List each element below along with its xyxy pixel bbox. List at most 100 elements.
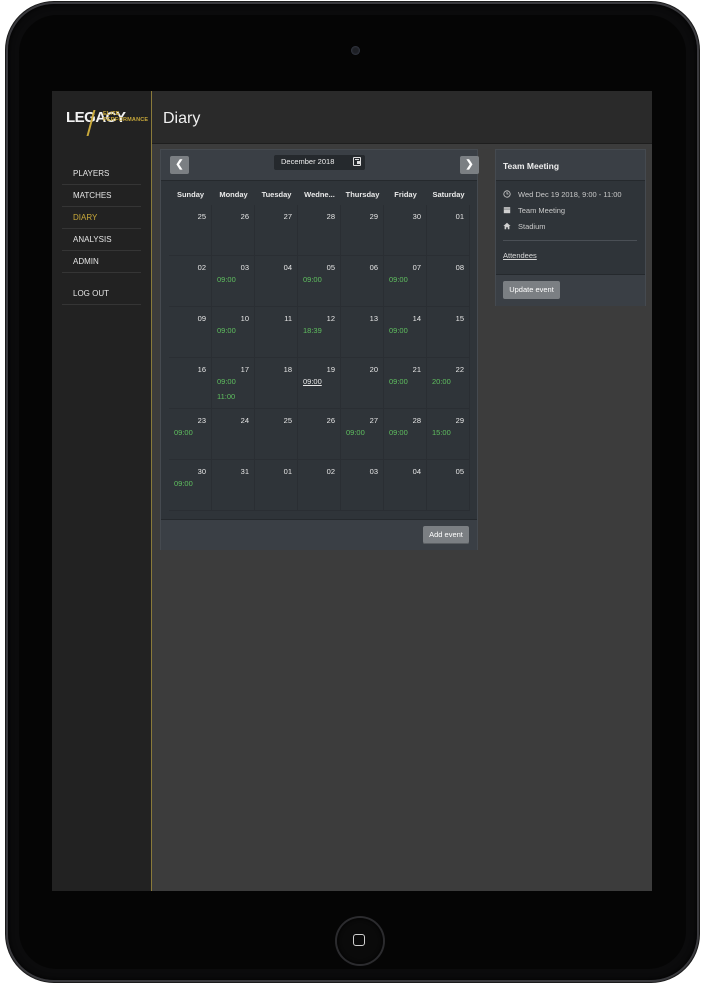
calendar-event[interactable]: 09:00 xyxy=(217,377,236,386)
calendar-event[interactable]: 09:00 xyxy=(217,326,236,335)
day-number: 05 xyxy=(326,263,335,272)
calendar-day-cell[interactable]: 04 xyxy=(255,256,298,307)
calendar-day-cell[interactable]: 26 xyxy=(212,205,255,256)
add-event-button[interactable]: Add event xyxy=(423,526,469,544)
weekday-label: Tuesday xyxy=(261,190,292,199)
day-number: 25 xyxy=(283,416,292,425)
calendar-day-cell[interactable]: 03 09:00 xyxy=(212,256,255,307)
calendar-day-cell[interactable]: 06 xyxy=(341,256,384,307)
sidebar-item-admin[interactable]: ADMIN xyxy=(62,251,141,273)
day-number: 29 xyxy=(455,416,464,425)
day-number: 30 xyxy=(197,467,206,476)
page-header: Diary xyxy=(152,91,652,144)
calendar-event[interactable]: 09:00 xyxy=(389,428,408,437)
calendar-day-cell[interactable]: 23 09:00 xyxy=(169,409,212,460)
day-number: 06 xyxy=(369,263,378,272)
calendar-day-cell[interactable]: 29 15:00 xyxy=(427,409,470,460)
calendar-event[interactable]: 09:00 xyxy=(217,275,236,284)
calendar-event[interactable]: 11:00 xyxy=(217,392,235,401)
weekday-label: Saturday xyxy=(432,190,465,199)
calendar-day-cell[interactable]: 25 xyxy=(169,205,212,256)
calendar-day-cell[interactable]: 02 xyxy=(298,460,341,511)
sidebar: LEGACY ELITE PERFORMANCE PLAYERS MATCHES… xyxy=(52,91,152,891)
calendar-day-cell[interactable]: 10 09:00 xyxy=(212,307,255,358)
day-number: 21 xyxy=(412,365,421,374)
day-number: 02 xyxy=(197,263,206,272)
calendar-small-icon xyxy=(503,207,511,214)
calendar-day-cell[interactable]: 02 xyxy=(169,256,212,307)
calendar-event[interactable]: 09:00 xyxy=(389,326,408,335)
day-number: 11 xyxy=(284,314,292,323)
attendees-link[interactable]: Attendees xyxy=(503,251,537,260)
calendar-event[interactable]: 09:00 xyxy=(303,275,322,284)
camera xyxy=(351,46,360,55)
logo-sub-2: PERFORMANCE xyxy=(103,117,149,123)
prev-month-button[interactable]: ❮ xyxy=(170,156,189,174)
day-number: 02 xyxy=(326,467,335,476)
day-number: 26 xyxy=(326,416,335,425)
calendar-day-cell[interactable]: 13 xyxy=(341,307,384,358)
day-number: 04 xyxy=(412,467,421,476)
calendar-day-cell[interactable]: 30 xyxy=(384,205,427,256)
calendar-day-cell[interactable]: 19 09:00 xyxy=(298,358,341,409)
day-number: 01 xyxy=(283,467,292,476)
calendar-day-cell[interactable]: 11 xyxy=(255,307,298,358)
calendar-day-cell[interactable]: 28 xyxy=(298,205,341,256)
calendar-event[interactable]: 15:00 xyxy=(432,428,451,437)
weekday-label: Sunday xyxy=(176,190,205,199)
calendar-event-selected[interactable]: 09:00 xyxy=(303,377,322,386)
sidebar-item-players[interactable]: PLAYERS xyxy=(62,163,141,185)
calendar-day-cell[interactable]: 01 xyxy=(427,205,470,256)
calendar-day-cell[interactable]: 17 09:00 11:00 xyxy=(212,358,255,409)
calendar-day-cell[interactable]: 09 xyxy=(169,307,212,358)
calendar-event[interactable]: 09:00 xyxy=(389,377,408,386)
calendar-day-cell[interactable]: 01 xyxy=(255,460,298,511)
calendar-event[interactable]: 09:00 xyxy=(346,428,365,437)
calendar-event[interactable]: 18:39 xyxy=(303,326,322,335)
calendar-day-cell[interactable]: 03 xyxy=(341,460,384,511)
calendar-day-cell[interactable]: 15 xyxy=(427,307,470,358)
calendar-event[interactable]: 09:00 xyxy=(174,479,193,488)
calendar-day-cell[interactable]: 12 18:39 xyxy=(298,307,341,358)
calendar-icon[interactable] xyxy=(353,157,361,166)
calendar-day-cell[interactable]: 29 xyxy=(341,205,384,256)
calendar-day-cell[interactable]: 20 xyxy=(341,358,384,409)
calendar-day-cell[interactable]: 26 xyxy=(298,409,341,460)
calendar-event[interactable]: 20:00 xyxy=(432,377,451,386)
calendar-day-cell[interactable]: 18 xyxy=(255,358,298,409)
calendar-day-cell[interactable]: 04 xyxy=(384,460,427,511)
calendar-day-cell[interactable]: 05 09:00 xyxy=(298,256,341,307)
day-number: 05 xyxy=(455,467,464,476)
calendar-day-cell[interactable]: 22 20:00 xyxy=(427,358,470,409)
next-month-button[interactable]: ❯ xyxy=(460,156,479,174)
calendar-day-cell[interactable]: 31 xyxy=(212,460,255,511)
calendar-day-cell[interactable]: 16 xyxy=(169,358,212,409)
sidebar-item-analysis[interactable]: ANALYSIS xyxy=(62,229,141,251)
logo: LEGACY ELITE PERFORMANCE xyxy=(66,107,148,136)
event-type: Team Meeting xyxy=(518,206,566,215)
calendar-day-cell[interactable]: 28 09:00 xyxy=(384,409,427,460)
calendar-day-cell[interactable]: 25 xyxy=(255,409,298,460)
event-title: Team Meeting xyxy=(503,161,560,171)
month-label: December 2018 xyxy=(281,157,335,166)
calendar-day-cell[interactable]: 05 xyxy=(427,460,470,511)
day-number: 25 xyxy=(197,212,206,221)
calendar-day-cell[interactable]: 08 xyxy=(427,256,470,307)
calendar-day-cell[interactable]: 27 xyxy=(255,205,298,256)
sidebar-item-logout[interactable]: LOG OUT xyxy=(62,283,141,305)
calendar-day-cell[interactable]: 14 09:00 xyxy=(384,307,427,358)
home-button[interactable] xyxy=(337,918,383,964)
sidebar-item-diary[interactable]: DIARY xyxy=(62,207,141,229)
calendar-event[interactable]: 09:00 xyxy=(174,428,193,437)
update-event-button[interactable]: Update event xyxy=(503,281,560,299)
month-picker[interactable]: December 2018 xyxy=(274,155,365,170)
calendar-day-cell[interactable]: 07 09:00 xyxy=(384,256,427,307)
calendar-day-cell[interactable]: 21 09:00 xyxy=(384,358,427,409)
calendar-day-cell[interactable]: 24 xyxy=(212,409,255,460)
calendar-day-cell[interactable]: 30 09:00 xyxy=(169,460,212,511)
calendar-header: ❮ December 2018 ❯ xyxy=(161,150,479,181)
calendar-event[interactable]: 09:00 xyxy=(389,275,408,284)
sidebar-item-matches[interactable]: MATCHES xyxy=(62,185,141,207)
calendar-day-cell[interactable]: 27 09:00 xyxy=(341,409,384,460)
weekday-label: Monday xyxy=(219,190,248,199)
